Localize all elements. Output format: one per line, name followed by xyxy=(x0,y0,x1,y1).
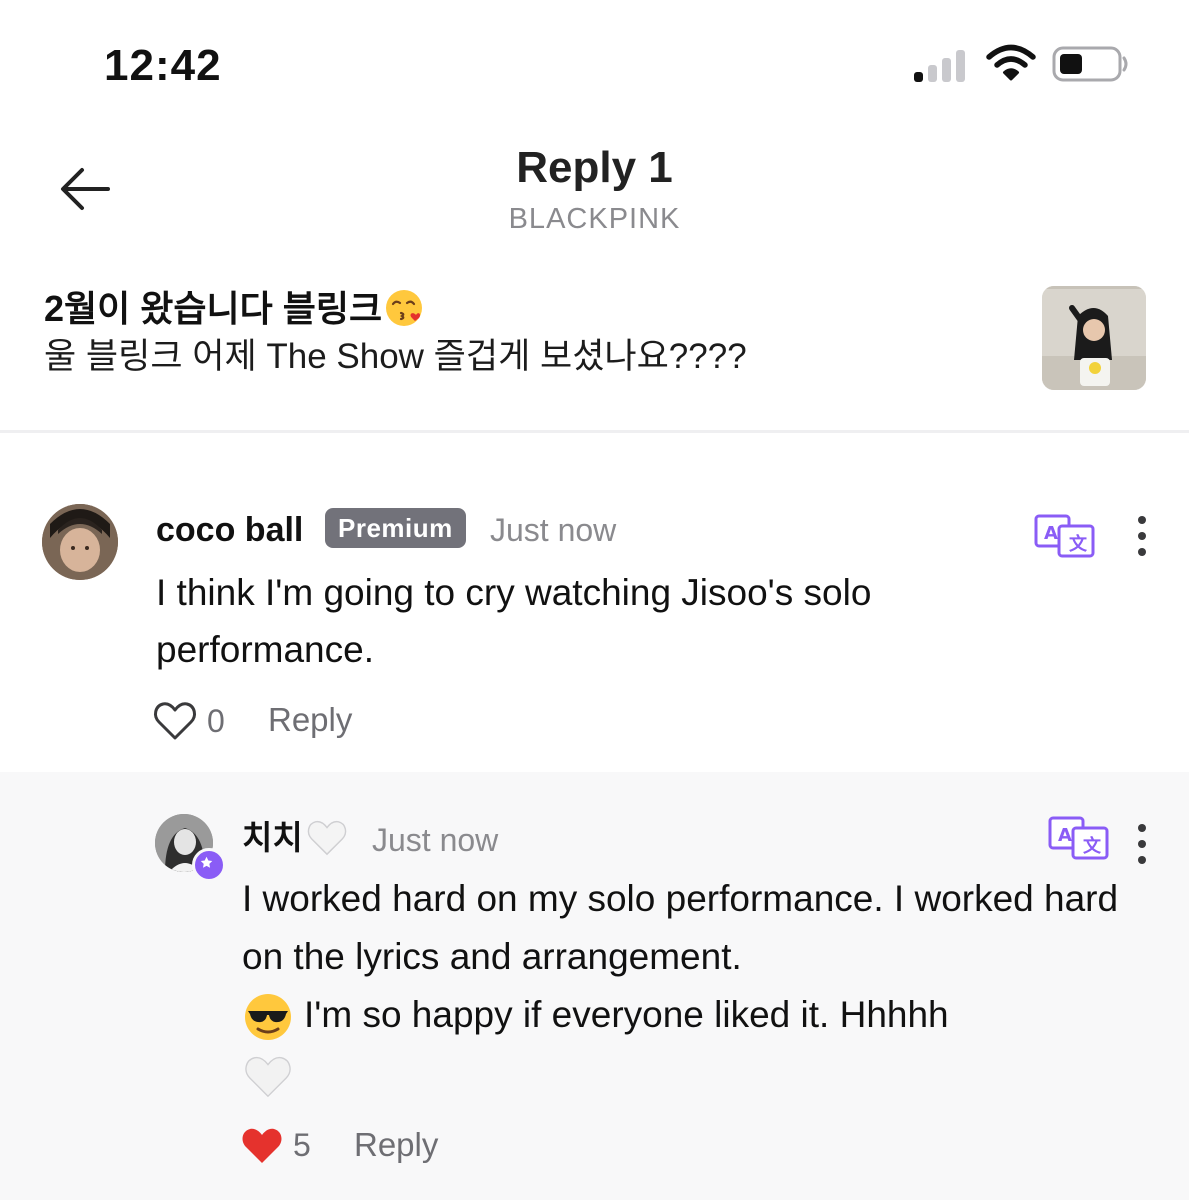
premium-badge: Premium xyxy=(325,508,466,548)
sunglasses-face-icon xyxy=(245,994,291,1041)
battery-icon xyxy=(1052,46,1128,82)
white-heart-icon xyxy=(307,821,346,856)
svg-text:A: A xyxy=(1058,825,1072,846)
comment-time: Just now xyxy=(490,512,617,548)
heart-outline-icon[interactable] xyxy=(152,700,198,742)
more-options-icon[interactable] xyxy=(1135,822,1149,866)
avatar[interactable] xyxy=(42,504,118,580)
comment-text: I think I'm going to cry watching Jisoo'… xyxy=(156,572,872,670)
post-title-text: 2월이 왔습니다 블링크 xyxy=(44,288,383,329)
avatar-photo xyxy=(42,504,118,580)
more-options-icon[interactable] xyxy=(1135,514,1149,558)
verified-star-icon xyxy=(192,848,226,882)
divider xyxy=(0,430,1189,433)
signal-icon xyxy=(914,48,970,82)
status-time: 12:42 xyxy=(104,41,222,90)
reply-author-name: 치치 xyxy=(242,819,303,856)
reply-reply-button[interactable]: Reply xyxy=(354,1125,438,1165)
reply-text-line1: I worked hard on my solo performance. I … xyxy=(242,878,1119,977)
kissing-face-icon xyxy=(386,290,423,327)
post-thumbnail-image[interactable] xyxy=(1042,286,1146,390)
reply-author[interactable]: 치치 xyxy=(242,818,349,858)
svg-text:A: A xyxy=(1044,523,1058,544)
wifi-icon xyxy=(986,44,1036,81)
reply-text-line2: I'm so happy if everyone liked it. Hhhhh xyxy=(304,994,949,1035)
reply-like-count: 5 xyxy=(293,1127,311,1163)
white-heart-icon xyxy=(245,1057,291,1098)
comment-like-count: 0 xyxy=(207,703,225,739)
page-title: Reply 1 xyxy=(516,143,673,192)
thumbnail-photo xyxy=(1042,286,1146,390)
translate-icon[interactable]: A 文 xyxy=(1048,816,1110,860)
svg-text:文: 文 xyxy=(1069,533,1088,555)
translate-icon[interactable]: A 文 xyxy=(1034,514,1096,558)
post-body: 울 블링크 어제 The Show 즐겁게 보셨나요???? xyxy=(44,337,747,376)
post-title: 2월이 왔습니다 블링크 xyxy=(44,288,426,330)
comment-reply-button[interactable]: Reply xyxy=(268,700,352,740)
page-subtitle: BLACKPINK xyxy=(508,203,681,235)
comment-author[interactable]: coco ball xyxy=(156,510,303,550)
reply-time: Just now xyxy=(372,822,499,858)
heart-filled-icon[interactable] xyxy=(238,1125,286,1167)
reply-text: I worked hard on my solo performance. I … xyxy=(242,870,1122,1102)
svg-text:文: 文 xyxy=(1083,835,1102,857)
